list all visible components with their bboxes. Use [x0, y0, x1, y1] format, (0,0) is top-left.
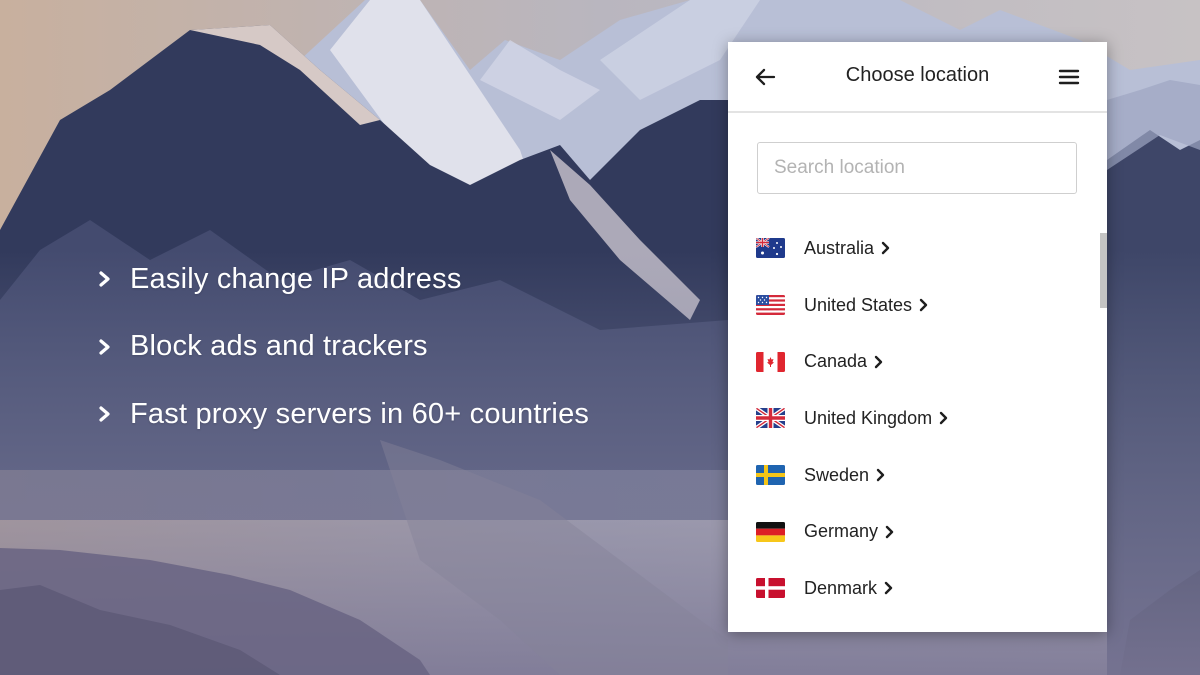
location-item-sweden[interactable]: Sweden	[728, 447, 1107, 504]
flag-sweden-icon	[756, 465, 785, 486]
chevron-right-icon	[874, 355, 884, 369]
feature-item: Block ads and trackers	[95, 330, 589, 364]
location-name: Canada	[804, 351, 868, 372]
location-item-canada[interactable]: Canada	[728, 333, 1107, 390]
flag-germany-icon	[756, 521, 785, 542]
chevron-right-icon	[919, 298, 929, 312]
list-scrollbar[interactable]	[1100, 233, 1107, 308]
flag-canada-icon	[756, 351, 785, 372]
flag-australia-icon	[756, 238, 785, 259]
location-name: Denmark	[804, 577, 878, 598]
location-list: Australia United States Canada United Ki…	[728, 220, 1107, 617]
panel-header: Choose location	[728, 42, 1107, 113]
feature-label: Easily change IP address	[130, 262, 462, 295]
chevron-right-icon	[884, 581, 894, 595]
choose-location-panel: Choose location Search location Australi…	[728, 42, 1107, 632]
search-location-input[interactable]	[757, 142, 1077, 194]
feature-item: Fast proxy servers in 60+ countries	[95, 397, 589, 431]
chevron-right-icon	[95, 337, 115, 357]
chevron-right-icon	[95, 269, 115, 289]
location-name: Germany	[804, 521, 879, 542]
chevron-right-icon	[885, 525, 895, 539]
location-name: Sweden	[804, 464, 870, 485]
flag-united-states-icon	[756, 295, 785, 316]
chevron-right-icon	[881, 241, 891, 255]
location-name: United States	[804, 294, 913, 315]
flag-denmark-icon	[756, 578, 785, 599]
location-name: Australia	[804, 237, 875, 258]
feature-label: Fast proxy servers in 60+ countries	[130, 397, 590, 430]
panel-title: Choose location	[845, 64, 990, 86]
location-item-australia[interactable]: Australia	[728, 220, 1107, 277]
location-item-united-states[interactable]: United States	[728, 277, 1107, 334]
feature-label: Block ads and trackers	[130, 330, 428, 362]
location-item-united-kingdom[interactable]: United Kingdom	[728, 390, 1107, 447]
chevron-right-icon	[876, 468, 886, 482]
location-item-denmark[interactable]: Denmark	[728, 560, 1107, 617]
flag-united-kingdom-icon	[756, 408, 785, 429]
chevron-right-icon	[95, 404, 115, 424]
feature-item: Easily change IP address	[95, 262, 589, 296]
hamburger-menu-icon	[1058, 69, 1080, 85]
location-name: United Kingdom	[804, 407, 933, 428]
location-item-germany[interactable]: Germany	[728, 503, 1107, 560]
chevron-right-icon	[939, 411, 949, 425]
menu-button[interactable]	[1058, 67, 1080, 87]
feature-list: Easily change IP address Block ads and t…	[95, 262, 589, 465]
